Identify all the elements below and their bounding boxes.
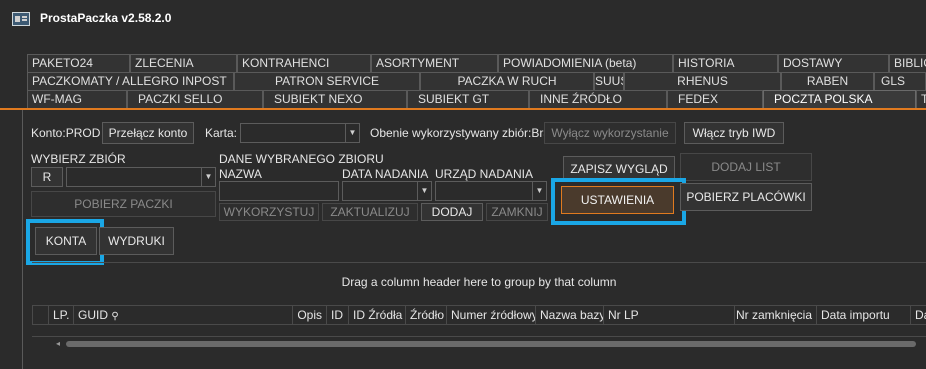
- tab-wf-mag[interactable]: WF-MAG: [27, 90, 127, 108]
- column-nr-lp[interactable]: Nr LP: [603, 306, 734, 325]
- chevron-down-icon: ▼: [345, 124, 359, 142]
- chevron-down-icon: ▼: [417, 182, 431, 200]
- column-id-zrodla[interactable]: ID Źródła: [348, 306, 405, 325]
- group-by-hint: Drag a column header here to group by th…: [341, 275, 617, 289]
- tab-suus[interactable]: SUUS: [594, 72, 624, 90]
- account-label: Konto:PROD: [31, 126, 101, 140]
- tab-paczki-sello[interactable]: PACZKI SELLO: [127, 90, 263, 108]
- chevron-down-icon: ▼: [532, 182, 546, 200]
- card-label: Karta:: [205, 126, 238, 140]
- fetch-parcels-button[interactable]: POBIERZ PACZKI: [31, 191, 216, 217]
- tab-row-2: PACZKOMATY / ALLEGRO INPOST PATRON SERVI…: [0, 72, 926, 90]
- data-grid: Drag a column header here to group by th…: [32, 262, 926, 369]
- tab-raben[interactable]: RABEN: [781, 72, 874, 90]
- grid-header: LP. GUID ⚲ Opis ID ID Źródła Źródło Nume…: [32, 305, 926, 325]
- office-select[interactable]: ▼: [435, 181, 547, 201]
- column-guid[interactable]: GUID ⚲: [73, 306, 299, 325]
- refresh-r-button[interactable]: R: [31, 167, 63, 187]
- column-nr-zamkniecia[interactable]: Nr zamknięcia: [734, 306, 816, 325]
- column-guid-label: GUID: [78, 308, 108, 322]
- tab-powiadomienia[interactable]: POWIADOMIENIA (beta): [498, 54, 673, 72]
- tab-paczka-w-ruch[interactable]: PACZKA W RUCH: [420, 72, 594, 90]
- tab-biblio[interactable]: BIBLIO: [889, 54, 926, 72]
- scrollbar-thumb[interactable]: [66, 341, 916, 347]
- add-button[interactable]: DODAJ: [421, 203, 483, 221]
- title-bar: ProstaPaczka v2.58.2.0: [0, 0, 926, 38]
- disable-use-button[interactable]: Wyłącz wykorzystanie: [544, 122, 676, 144]
- filter-icon[interactable]: ⚲: [111, 311, 118, 322]
- tab-kontrahenci[interactable]: KONTRAHENCI: [237, 54, 371, 72]
- row-indicator-column: [32, 306, 48, 325]
- name-field[interactable]: [219, 181, 339, 201]
- tab-gls[interactable]: GLS: [874, 72, 926, 90]
- switch-account-button[interactable]: Przełącz konto: [102, 122, 194, 144]
- tab-patron-service[interactable]: PATRON SERVICE: [234, 72, 420, 90]
- tab-fedex[interactable]: FEDEX: [667, 90, 763, 108]
- tab-zlecenia[interactable]: ZLECENIA: [130, 54, 237, 72]
- tab-inne-zrodlo[interactable]: INNE ŹRÓDŁO: [529, 90, 667, 108]
- tab-row-3: WF-MAG PACZKI SELLO SUBIEKT NEXO SUBIEKT…: [0, 90, 926, 108]
- scroll-left-arrow-icon[interactable]: ◂: [56, 337, 60, 351]
- tab-t[interactable]: T: [916, 90, 926, 108]
- tab-rhenus[interactable]: RHENUS: [624, 72, 781, 90]
- office-label: URZĄD NADANIA: [435, 167, 534, 181]
- app-icon: [12, 12, 30, 26]
- enable-iwd-button[interactable]: Włącz tryb IWD: [684, 122, 784, 144]
- tab-subiekt-nexo[interactable]: SUBIEKT NEXO: [263, 90, 407, 108]
- update-button[interactable]: ZAKTUALIZUJ: [322, 203, 418, 221]
- column-opis[interactable]: Opis: [292, 306, 326, 325]
- accounts-button[interactable]: KONTA: [35, 227, 97, 255]
- app-title: ProstaPaczka v2.58.2.0: [40, 11, 172, 25]
- active-set-label: Obenie wykorzystywany zbiór:Brak: [370, 126, 557, 140]
- card-select[interactable]: ▼: [240, 123, 360, 143]
- tab-paczkomaty[interactable]: PACZKOMATY / ALLEGRO INPOST: [27, 72, 234, 90]
- tab-paketo24[interactable]: PAKETO24: [27, 54, 130, 72]
- date-label: DATA NADANIA: [342, 167, 429, 181]
- grid-empty-row: [32, 325, 926, 337]
- column-da[interactable]: Da: [910, 306, 926, 325]
- fetch-branches-button[interactable]: POBIERZ PLACÓWKI: [680, 183, 812, 211]
- tab-poczta-polska[interactable]: POCZTA POLSKA: [763, 90, 916, 108]
- set-select[interactable]: ▼: [66, 167, 216, 187]
- tab-row-1: PAKETO24 ZLECENIA KONTRAHENCI ASORTYMENT…: [0, 54, 926, 72]
- column-id[interactable]: ID: [326, 306, 348, 325]
- tab-dostawy[interactable]: DOSTAWY: [778, 54, 889, 72]
- close-set-button[interactable]: ZAMKNIJ: [486, 203, 548, 221]
- use-button[interactable]: WYKORZYSTUJ: [219, 203, 319, 221]
- column-data-importu[interactable]: Data importu: [816, 306, 910, 325]
- add-list-button[interactable]: DODAJ LIST: [680, 153, 812, 181]
- column-zrodlo[interactable]: Źródło: [405, 306, 446, 325]
- column-lp[interactable]: LP.: [48, 306, 73, 325]
- choose-set-label: WYBIERZ ZBIÓR: [31, 152, 126, 166]
- printouts-button[interactable]: WYDRUKI: [99, 227, 174, 255]
- tab-historia[interactable]: HISTORIA: [673, 54, 778, 72]
- settings-button[interactable]: USTAWIENIA: [561, 186, 674, 214]
- tab-asortyment[interactable]: ASORTYMENT: [371, 54, 498, 72]
- set-data-label: DANE WYBRANEGO ZBIORU: [219, 152, 384, 166]
- horizontal-scrollbar[interactable]: ◂: [54, 337, 926, 351]
- name-label: NAZWA: [219, 167, 262, 181]
- date-select[interactable]: ▼: [342, 181, 432, 201]
- tab-subiekt-gt[interactable]: SUBIEKT GT: [407, 90, 529, 108]
- column-nazwa-bazy[interactable]: Nazwa bazy: [535, 306, 603, 325]
- column-numer-zrodlowy[interactable]: Numer źródłowy: [446, 306, 535, 325]
- chevron-down-icon: ▼: [201, 168, 215, 186]
